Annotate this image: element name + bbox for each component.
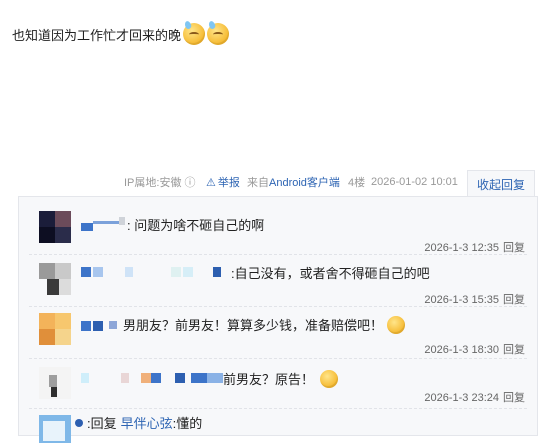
username-blur (151, 373, 161, 383)
reply-text: :回复 早伴心弦 :懂的 (87, 413, 202, 432)
username-blur (109, 321, 117, 329)
username-blur[interactable] (81, 267, 91, 277)
reply-time: 2026-1-3 23:24 (424, 392, 499, 404)
reply-text: 男朋友？前男友！算算多少钱，准备赔偿吧！ (123, 315, 406, 334)
avatar[interactable] (39, 415, 71, 443)
avatar[interactable] (39, 211, 71, 243)
report-link[interactable]: ⚠ 举报 (206, 174, 240, 190)
reply-button[interactable]: 回复 (503, 344, 525, 356)
avatar[interactable] (39, 263, 71, 295)
username-blur (93, 321, 103, 331)
username-blur (93, 221, 119, 224)
username-blur (183, 267, 193, 277)
client-link[interactable]: Android客户端 (269, 177, 340, 189)
collapse-replies-button[interactable]: 收起回复 (467, 170, 535, 198)
username-blur (121, 373, 129, 383)
username-blur (213, 267, 221, 277)
username-blur (125, 267, 133, 277)
blush-emoji-icon (387, 315, 406, 334)
post-content: 也知道因为工作忙才回来的晚 (12, 23, 230, 45)
username-blur (119, 217, 125, 225)
reply-meta: 2026-1-3 15:35 回复 (424, 291, 525, 307)
username-blur (207, 373, 223, 383)
reply-button[interactable]: 回复 (503, 392, 525, 404)
reply-meta: 2026-1-3 23:24 回复 (424, 389, 525, 405)
tongue-out-emoji-icon (320, 369, 339, 388)
username-blur (171, 267, 181, 277)
reply-text-body: 前男友？原告！ (223, 372, 315, 387)
reply-time: 2026-1-3 15:35 (424, 294, 499, 306)
reply-prefix: :回复 (87, 416, 117, 431)
post-text: 也知道因为工作忙才回来的晚 (12, 27, 182, 43)
warning-icon: ⚠ (206, 177, 216, 189)
reply-text: 前男友？原告！ (223, 369, 339, 388)
list-item: :自己没有，或者舍不得砸自己的吧 2026-1-3 15:35 回复 (19, 255, 537, 307)
list-item: : 问题为啥不砸自己的啊 2026-1-3 12:35 回复 (19, 203, 537, 255)
list-item: 前男友？原告！ 2026-1-3 23:24 回复 (19, 359, 537, 409)
report-label: 举报 (217, 177, 240, 189)
reply-button[interactable]: 回复 (503, 294, 525, 306)
source-prefix: 来自 (247, 177, 269, 189)
username-blur (141, 373, 151, 383)
reply-target-link[interactable]: 早伴心弦 (121, 413, 173, 432)
list-item: :回复 早伴心弦 :懂的 (19, 411, 537, 443)
post-date: 2026-01-02 10:01 (371, 176, 458, 188)
reply-button[interactable]: 回复 (503, 242, 525, 254)
avatar[interactable] (39, 367, 71, 399)
username-blur[interactable] (81, 223, 93, 231)
username-blur (175, 373, 185, 383)
post-source: 来自Android客户端 (247, 174, 340, 190)
divider (29, 408, 527, 409)
avatar[interactable] (39, 313, 71, 345)
reply-list: : 问题为啥不砸自己的啊 2026-1-3 12:35 回复 :自己没有，或者舍不… (18, 196, 538, 443)
reply-text-body: 男朋友？前男友！算算多少钱，准备赔偿吧！ (123, 318, 384, 333)
reply-time: 2026-1-3 12:35 (424, 242, 499, 254)
reply-text: : 问题为啥不砸自己的啊 (127, 218, 265, 233)
username-blur[interactable] (81, 373, 89, 383)
sweat-smile-emoji-icon (183, 23, 206, 45)
reply-suffix: :懂的 (172, 416, 203, 431)
username-blur[interactable] (81, 321, 91, 331)
username-blur (191, 373, 207, 383)
ip-location: IP属地:安徽 ⓘ (124, 177, 196, 189)
reply-text: :自己没有，或者舍不得砸自己的吧 (231, 266, 430, 281)
reply-meta: 2026-1-3 18:30 回复 (424, 341, 525, 357)
list-item: 男朋友？前男友！算算多少钱，准备赔偿吧！ 2026-1-3 18:30 回复 (19, 307, 537, 359)
reply-meta: 2026-1-3 12:35 回复 (424, 239, 525, 255)
username-blur[interactable] (75, 419, 83, 427)
floor-number: 4楼 (348, 177, 366, 189)
sweat-smile-emoji-icon (207, 23, 230, 45)
username-blur (93, 267, 103, 277)
reply-time: 2026-1-3 18:30 (424, 344, 499, 356)
